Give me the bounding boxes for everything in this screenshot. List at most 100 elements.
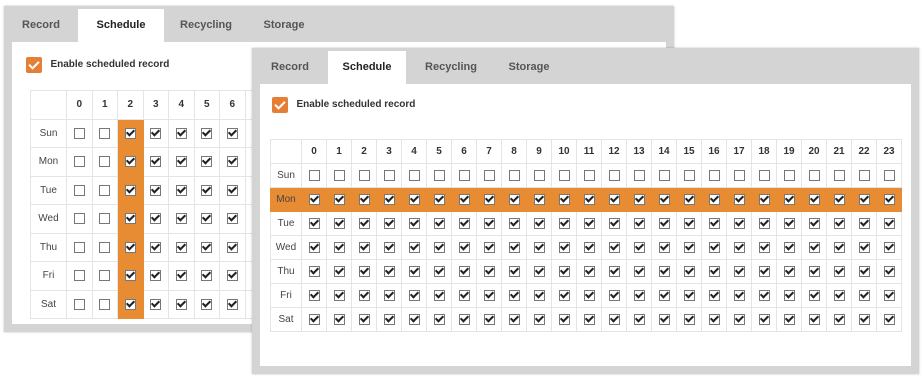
slot-checkbox-thu-23[interactable] xyxy=(883,265,895,277)
slot-checkbox-mon-14[interactable] xyxy=(658,193,670,205)
hour-header-10[interactable]: 10 xyxy=(551,139,577,164)
slot-checkbox-tue-8[interactable] xyxy=(508,217,520,229)
slot-checkbox-thu-4[interactable] xyxy=(408,265,420,277)
slot-checkbox-sat-13[interactable] xyxy=(633,313,645,325)
slot-checkbox-wed-3[interactable] xyxy=(383,241,395,253)
slot-checkbox-thu-6[interactable] xyxy=(226,241,238,253)
slot-checkbox-mon-1[interactable] xyxy=(333,193,345,205)
slot-checkbox-sat-20[interactable] xyxy=(808,313,820,325)
slot-checkbox-wed-21[interactable] xyxy=(833,241,845,253)
day-label-sun[interactable]: Sun xyxy=(270,163,302,188)
day-label-thu[interactable]: Thu xyxy=(270,259,302,284)
tab-recycling[interactable]: Recycling xyxy=(164,9,248,42)
slot-checkbox-sat-14[interactable] xyxy=(658,313,670,325)
slot-checkbox-wed-10[interactable] xyxy=(558,241,570,253)
slot-checkbox-fri-2[interactable] xyxy=(124,270,136,282)
hour-header-23[interactable]: 23 xyxy=(876,139,902,164)
slot-checkbox-sun-8[interactable] xyxy=(508,169,520,181)
tab-record[interactable]: Record xyxy=(252,51,328,84)
hour-header-6[interactable]: 6 xyxy=(219,90,246,120)
slot-checkbox-tue-2[interactable] xyxy=(124,184,136,196)
slot-checkbox-wed-19[interactable] xyxy=(783,241,795,253)
hour-header-4[interactable]: 4 xyxy=(168,90,195,120)
slot-checkbox-mon-3[interactable] xyxy=(150,156,162,168)
slot-checkbox-wed-9[interactable] xyxy=(533,241,545,253)
hour-header-5[interactable]: 5 xyxy=(426,139,452,164)
hour-header-1[interactable]: 1 xyxy=(326,139,352,164)
tab-schedule[interactable]: Schedule xyxy=(78,9,164,42)
slot-checkbox-thu-11[interactable] xyxy=(583,265,595,277)
slot-checkbox-wed-3[interactable] xyxy=(150,213,162,225)
slot-checkbox-sun-1[interactable] xyxy=(99,127,111,139)
day-label-fri[interactable]: Fri xyxy=(270,283,302,308)
slot-checkbox-tue-3[interactable] xyxy=(150,184,162,196)
slot-checkbox-wed-5[interactable] xyxy=(433,241,445,253)
enable-scheduled-record[interactable]: Enable scheduled record xyxy=(26,56,169,74)
slot-checkbox-sat-17[interactable] xyxy=(733,313,745,325)
slot-checkbox-mon-5[interactable] xyxy=(201,156,213,168)
slot-checkbox-fri-5[interactable] xyxy=(201,270,213,282)
slot-checkbox-mon-12[interactable] xyxy=(608,193,620,205)
slot-checkbox-mon-7[interactable] xyxy=(483,193,495,205)
slot-checkbox-fri-14[interactable] xyxy=(658,289,670,301)
slot-checkbox-sat-9[interactable] xyxy=(533,313,545,325)
slot-checkbox-mon-11[interactable] xyxy=(583,193,595,205)
slot-checkbox-tue-20[interactable] xyxy=(808,217,820,229)
slot-checkbox-sun-5[interactable] xyxy=(201,127,213,139)
slot-checkbox-sun-21[interactable] xyxy=(833,169,845,181)
slot-checkbox-tue-5[interactable] xyxy=(201,184,213,196)
hour-header-0[interactable]: 0 xyxy=(66,90,93,120)
enable-checkbox[interactable] xyxy=(272,96,288,113)
slot-checkbox-fri-20[interactable] xyxy=(808,289,820,301)
slot-checkbox-sun-6[interactable] xyxy=(226,127,238,139)
slot-checkbox-sat-22[interactable] xyxy=(858,313,870,325)
slot-checkbox-sat-1[interactable] xyxy=(333,313,345,325)
slot-checkbox-mon-6[interactable] xyxy=(226,156,238,168)
slot-checkbox-thu-14[interactable] xyxy=(658,265,670,277)
day-label-sat[interactable]: Sat xyxy=(270,307,302,332)
slot-checkbox-tue-14[interactable] xyxy=(658,217,670,229)
slot-checkbox-wed-18[interactable] xyxy=(758,241,770,253)
slot-checkbox-tue-21[interactable] xyxy=(833,217,845,229)
slot-checkbox-mon-17[interactable] xyxy=(733,193,745,205)
slot-checkbox-fri-18[interactable] xyxy=(758,289,770,301)
slot-checkbox-thu-1[interactable] xyxy=(333,265,345,277)
slot-checkbox-tue-15[interactable] xyxy=(683,217,695,229)
slot-checkbox-fri-4[interactable] xyxy=(175,270,187,282)
slot-checkbox-fri-23[interactable] xyxy=(883,289,895,301)
slot-checkbox-tue-10[interactable] xyxy=(558,217,570,229)
slot-checkbox-mon-22[interactable] xyxy=(858,193,870,205)
slot-checkbox-thu-3[interactable] xyxy=(383,265,395,277)
hour-header-14[interactable]: 14 xyxy=(651,139,677,164)
slot-checkbox-tue-0[interactable] xyxy=(308,217,320,229)
slot-checkbox-fri-7[interactable] xyxy=(483,289,495,301)
slot-checkbox-tue-17[interactable] xyxy=(733,217,745,229)
slot-checkbox-sat-2[interactable] xyxy=(358,313,370,325)
slot-checkbox-sat-15[interactable] xyxy=(683,313,695,325)
slot-checkbox-tue-23[interactable] xyxy=(883,217,895,229)
slot-checkbox-tue-6[interactable] xyxy=(458,217,470,229)
slot-checkbox-mon-6[interactable] xyxy=(458,193,470,205)
slot-checkbox-wed-13[interactable] xyxy=(633,241,645,253)
slot-checkbox-sat-10[interactable] xyxy=(558,313,570,325)
slot-checkbox-thu-17[interactable] xyxy=(733,265,745,277)
day-label-mon[interactable]: Mon xyxy=(270,187,302,212)
tab-schedule[interactable]: Schedule xyxy=(328,51,406,84)
slot-checkbox-sat-1[interactable] xyxy=(99,298,111,310)
slot-checkbox-mon-23[interactable] xyxy=(883,193,895,205)
slot-checkbox-sun-0[interactable] xyxy=(73,127,85,139)
hour-header-20[interactable]: 20 xyxy=(801,139,827,164)
slot-checkbox-sun-23[interactable] xyxy=(883,169,895,181)
slot-checkbox-wed-6[interactable] xyxy=(458,241,470,253)
slot-checkbox-sun-13[interactable] xyxy=(633,169,645,181)
slot-checkbox-mon-1[interactable] xyxy=(99,156,111,168)
slot-checkbox-sat-0[interactable] xyxy=(73,298,85,310)
slot-checkbox-thu-0[interactable] xyxy=(73,241,85,253)
slot-checkbox-sat-6[interactable] xyxy=(458,313,470,325)
slot-checkbox-wed-4[interactable] xyxy=(408,241,420,253)
slot-checkbox-thu-4[interactable] xyxy=(175,241,187,253)
slot-checkbox-thu-2[interactable] xyxy=(358,265,370,277)
slot-checkbox-tue-19[interactable] xyxy=(783,217,795,229)
hour-header-9[interactable]: 9 xyxy=(526,139,552,164)
day-label-fri[interactable]: Fri xyxy=(30,261,67,291)
